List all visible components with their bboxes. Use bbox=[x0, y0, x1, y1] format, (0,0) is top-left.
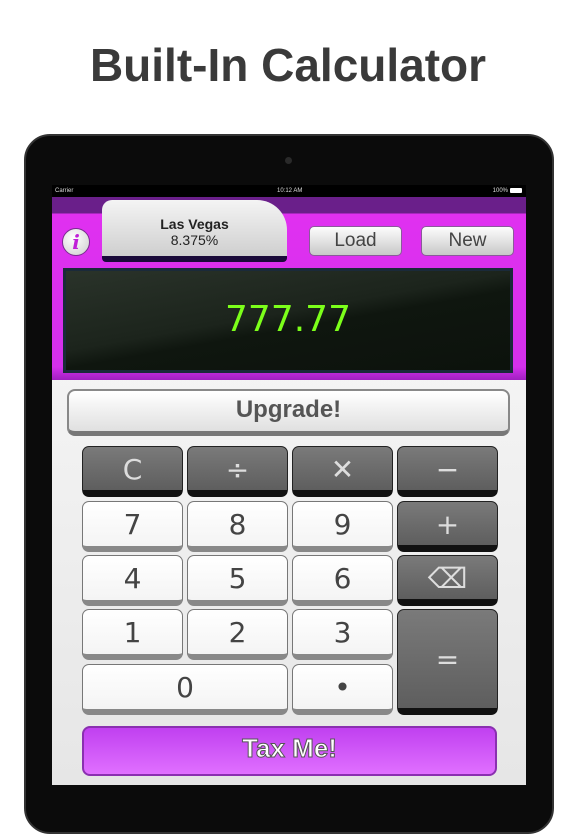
key-0[interactable]: 0 bbox=[82, 664, 288, 715]
key-6[interactable]: 6 bbox=[292, 555, 393, 606]
time-label: 10:12 AM bbox=[277, 188, 303, 194]
key-2[interactable]: 2 bbox=[187, 609, 288, 660]
battery-label: 100% bbox=[492, 188, 508, 194]
app-screen: Carrier 10:12 AM 100% i Las Vegas 8.375%… bbox=[52, 185, 526, 785]
new-button[interactable]: New bbox=[421, 226, 514, 256]
display: 777.77 bbox=[63, 268, 513, 373]
camera bbox=[285, 157, 292, 164]
tax-rate: 8.375% bbox=[170, 232, 219, 248]
key-multiply[interactable]: ✕ bbox=[292, 446, 393, 497]
battery-icon bbox=[510, 188, 522, 193]
status-bar: Carrier 10:12 AM 100% bbox=[52, 185, 526, 197]
tax-me-button[interactable]: Tax Me! bbox=[82, 726, 497, 776]
key-dot[interactable]: • bbox=[292, 664, 393, 715]
key-plus[interactable]: + bbox=[397, 501, 498, 552]
key-7[interactable]: 7 bbox=[82, 501, 183, 552]
key-1[interactable]: 1 bbox=[82, 609, 183, 660]
key-clear[interactable]: C bbox=[82, 446, 183, 497]
key-4[interactable]: 4 bbox=[82, 555, 183, 606]
key-backspace[interactable]: ⌫ bbox=[397, 555, 498, 606]
info-icon[interactable]: i bbox=[62, 228, 90, 256]
key-9[interactable]: 9 bbox=[292, 501, 393, 552]
carrier-label: Carrier bbox=[55, 188, 74, 194]
location-tab[interactable]: Las Vegas 8.375% bbox=[102, 200, 287, 262]
headline: Built-In Calculator bbox=[89, 39, 487, 91]
key-3[interactable]: 3 bbox=[292, 609, 393, 660]
key-equals[interactable]: = bbox=[397, 609, 498, 715]
load-button[interactable]: Load bbox=[309, 226, 402, 256]
key-divide[interactable]: ÷ bbox=[187, 446, 288, 497]
key-8[interactable]: 8 bbox=[187, 501, 288, 552]
key-5[interactable]: 5 bbox=[187, 555, 288, 606]
header: i Las Vegas 8.375% Load New 777.77 bbox=[52, 197, 526, 380]
key-minus[interactable]: − bbox=[397, 446, 498, 497]
location-name: Las Vegas bbox=[160, 216, 229, 232]
upgrade-button[interactable]: Upgrade! bbox=[67, 389, 510, 436]
